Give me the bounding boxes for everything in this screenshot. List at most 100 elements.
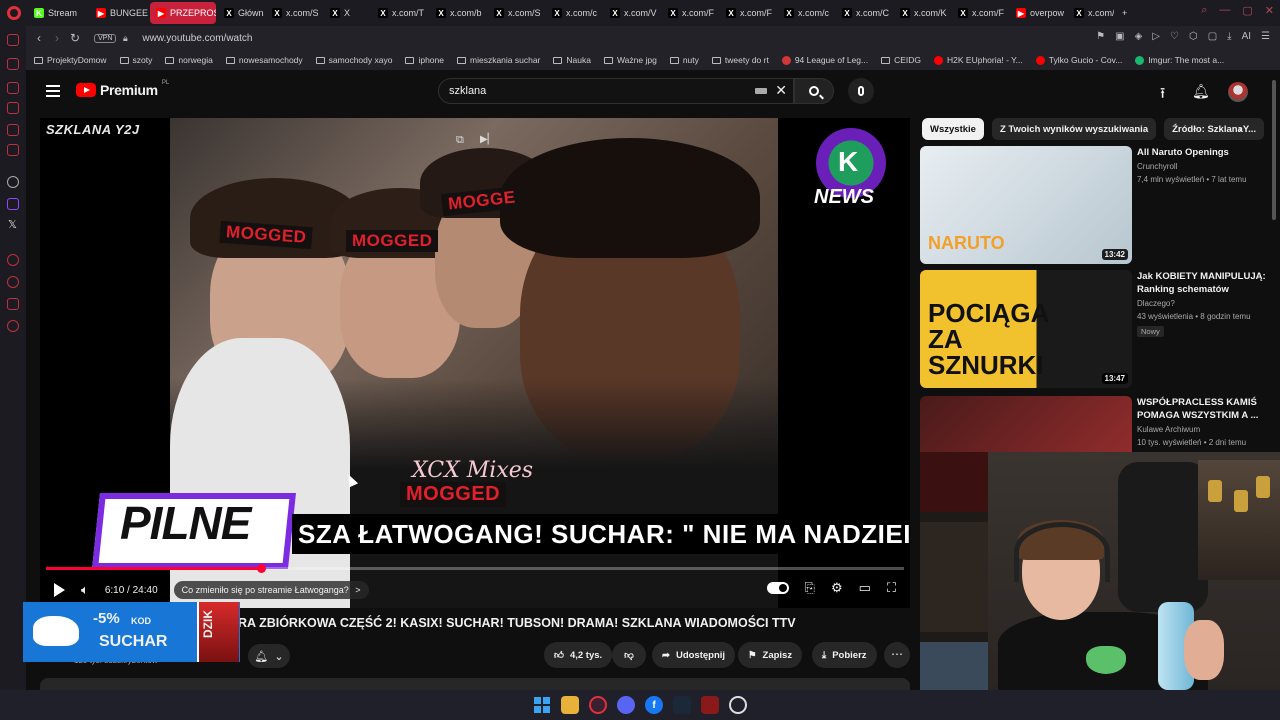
- subtitles-icon[interactable]: ⎘: [805, 580, 815, 596]
- facebook-icon[interactable]: f: [645, 696, 663, 714]
- sidebar-scrollbar[interactable]: [1272, 80, 1276, 220]
- search-button[interactable]: [794, 78, 834, 104]
- windows-start-icon[interactable]: [533, 696, 551, 714]
- volume-icon[interactable]: 🔈︎: [81, 582, 89, 598]
- browser-tab[interactable]: Xx.com/c: [778, 2, 834, 24]
- browser-tab[interactable]: Xx.com/b: [430, 2, 486, 24]
- theater-mode-icon[interactable]: ▭: [859, 580, 871, 596]
- bookmark-item[interactable]: mieszkania suchar: [457, 55, 540, 65]
- timer-icon[interactable]: [7, 276, 19, 288]
- video-thumbnail[interactable]: NARUTO 13:42: [920, 146, 1132, 264]
- settings-icon[interactable]: [7, 320, 19, 332]
- recommendation-channel[interactable]: Dlaczego?: [1137, 299, 1175, 308]
- steam-icon[interactable]: [673, 696, 691, 714]
- video-player[interactable]: SZKLANA Y2J MOGGED MOGGED MOGGE MOGGED ⧉…: [40, 118, 910, 608]
- more-actions-button[interactable]: ⋯: [884, 642, 910, 668]
- bookmark-item[interactable]: Ważne jpg: [603, 55, 657, 65]
- twitch-icon[interactable]: [7, 198, 19, 210]
- browser-tab[interactable]: Xx.com/T: [372, 2, 428, 24]
- filter-chip[interactable]: Wszystkie: [922, 118, 984, 140]
- dislike-button[interactable]: 👎︎: [612, 642, 646, 668]
- subscription-bell-button[interactable]: 🔔︎ ⌄: [248, 644, 290, 668]
- play-button[interactable]: [54, 583, 65, 597]
- filter-chip[interactable]: Z Twoich wyników wyszukiwania: [991, 118, 1157, 140]
- notifications-bell-icon[interactable]: 🔔︎: [1192, 83, 1210, 100]
- obs-icon[interactable]: [729, 696, 747, 714]
- browser-tab[interactable]: Xx.com/C: [836, 2, 892, 24]
- browser-tab[interactable]: Xx.com/S: [488, 2, 544, 24]
- browser-tab[interactable]: Xx.com/S: [266, 2, 322, 24]
- forward-button[interactable]: ›: [48, 31, 66, 45]
- keyboard-icon[interactable]: [755, 88, 767, 94]
- browser-tab[interactable]: Xx.com/D: [1068, 2, 1114, 24]
- browser-tab[interactable]: ▶ overpow: [1010, 2, 1066, 24]
- recommendation-channel[interactable]: Kulawe Archiwum: [1137, 425, 1200, 434]
- player-icon[interactable]: ▷: [1152, 31, 1160, 42]
- like-button[interactable]: 👍︎ 4,2 tys.: [544, 642, 613, 668]
- chatgpt-icon[interactable]: [7, 176, 19, 188]
- url-field[interactable]: www.youtube.com/watch: [142, 33, 252, 44]
- recommendation-title[interactable]: All Naruto Openings: [1137, 146, 1277, 159]
- bookmark-item[interactable]: szoty: [119, 55, 152, 65]
- recommendation-item[interactable]: POCIĄGA ZA SZNURKI 13:47 Jak KOBIETY MANIP…: [920, 270, 1280, 388]
- vpn-badge[interactable]: VPN: [94, 33, 117, 43]
- browser-tab[interactable]: Xx.com/K: [894, 2, 950, 24]
- bookmark-item[interactable]: H2K EUphoria! - Y...: [934, 55, 1023, 65]
- bookmark-item[interactable]: tweety do rt: [711, 55, 769, 65]
- shield-app-icon[interactable]: [701, 696, 719, 714]
- account-avatar[interactable]: [1228, 82, 1248, 102]
- bookmark-item[interactable]: Imgur: The most a...: [1135, 55, 1224, 65]
- description-box[interactable]: [40, 678, 910, 690]
- miniplayer-icon[interactable]: ⧉: [456, 134, 464, 147]
- pinboard-icon[interactable]: [7, 298, 19, 310]
- bookmark-item[interactable]: CEIDG: [881, 55, 921, 65]
- autoplay-toggle[interactable]: [766, 582, 789, 594]
- aria-ai-button[interactable]: AI: [1242, 31, 1251, 42]
- save-button[interactable]: ⚑ Zapisz: [738, 642, 803, 668]
- browser-tab[interactable]: Xx.com/F: [720, 2, 776, 24]
- maximize-button[interactable]: ▢: [1242, 4, 1252, 17]
- settings-gear-icon[interactable]: ⚙: [831, 580, 843, 596]
- browser-tab[interactable]: K Stream: [28, 2, 88, 24]
- recommendation-title[interactable]: WSPÓŁPRACLESS KAMIŚ POMAGA WSZYSTKIM A .…: [1137, 396, 1277, 422]
- reload-button[interactable]: ↻: [66, 31, 84, 45]
- youtube-premium-logo[interactable]: Premium PL: [76, 80, 169, 98]
- back-button[interactable]: ‹: [30, 31, 48, 45]
- messenger-icon[interactable]: [7, 82, 19, 94]
- music-icon[interactable]: [7, 144, 19, 156]
- bookmark-item[interactable]: Nauka: [553, 55, 591, 65]
- bookmark-item[interactable]: nuty: [669, 55, 699, 65]
- snapshot-icon[interactable]: ▣: [1115, 31, 1124, 42]
- upload-icon[interactable]: ⭱: [1160, 83, 1165, 108]
- browser-tab[interactable]: ▶ PRZEPROSINY: [150, 2, 216, 24]
- share-button[interactable]: ➦ Udostępnij: [652, 642, 736, 668]
- browser-tab[interactable]: Xx.com/V: [604, 2, 660, 24]
- x-icon[interactable]: 𝕏: [8, 218, 17, 231]
- hamburger-menu-icon[interactable]: [46, 85, 60, 97]
- wallet-icon[interactable]: ▢: [1208, 31, 1217, 42]
- bookmark-item[interactable]: nowesamochody: [225, 55, 303, 65]
- bookmark-item[interactable]: ProjektyDomow: [34, 55, 107, 65]
- history-icon[interactable]: [7, 34, 19, 46]
- close-window-button[interactable]: ✕: [1265, 4, 1274, 17]
- bookmark-item[interactable]: Tylko Gucio - Cov...: [1035, 55, 1122, 65]
- extensions-icon[interactable]: ⬡: [1189, 31, 1198, 42]
- bookmark-icon[interactable]: ⚑: [1096, 31, 1105, 42]
- clear-search-icon[interactable]: ✕: [775, 82, 787, 99]
- menu-icon[interactable]: ☰: [1261, 31, 1270, 42]
- new-tab-button[interactable]: +: [1116, 2, 1133, 24]
- minimize-button[interactable]: —: [1219, 4, 1230, 17]
- voice-search-button[interactable]: [848, 78, 874, 104]
- file-explorer-icon[interactable]: [561, 696, 579, 714]
- browser-tab[interactable]: Xx.com/F: [662, 2, 718, 24]
- chips-next-icon[interactable]: ›: [1238, 122, 1242, 136]
- clock-icon[interactable]: [7, 254, 19, 266]
- recommendation-item[interactable]: NARUTO 13:42 All Naruto Openings Crunchyrol…: [920, 146, 1280, 264]
- browser-tab[interactable]: Xx.com/F: [952, 2, 1008, 24]
- discord-icon[interactable]: [617, 696, 635, 714]
- browser-tab[interactable]: XX: [324, 2, 370, 24]
- shield-icon[interactable]: ◈: [1135, 31, 1143, 42]
- browser-tab[interactable]: ▶ BUNGEE: [90, 2, 148, 24]
- search-tabs-icon[interactable]: ⌕: [1201, 4, 1207, 17]
- overlay-play-icon[interactable]: ▶▏: [480, 134, 495, 145]
